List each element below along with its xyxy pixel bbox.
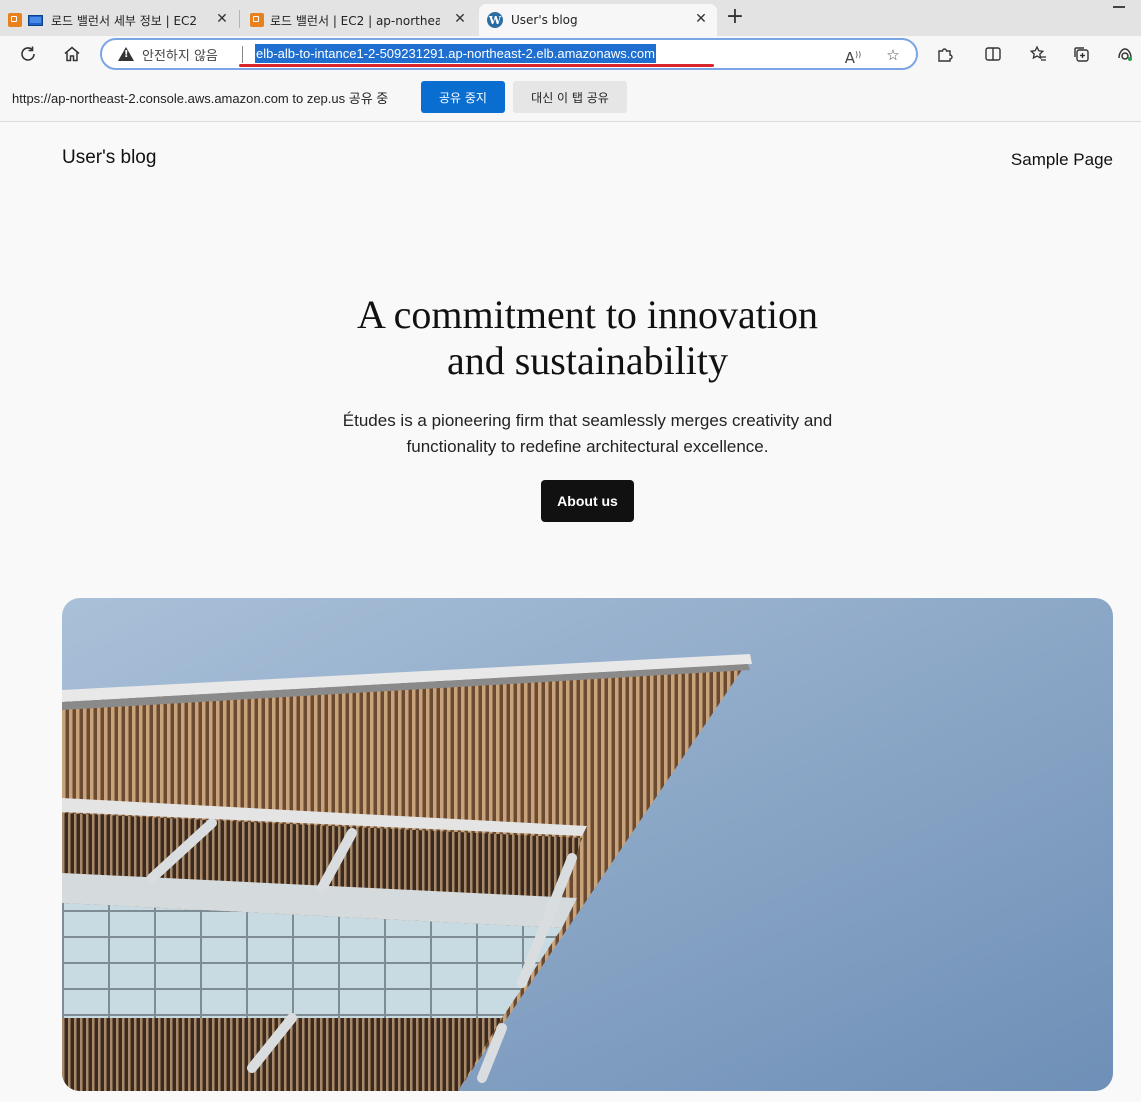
hero-description-line: functionality to redefine architectural … [406,437,769,456]
share-status-text: https://ap-northeast-2.console.aws.amazo… [12,91,389,106]
close-icon[interactable]: ✕ [452,11,468,27]
favorite-star-icon[interactable]: ☆ [882,44,904,66]
tab-label: 로드 밸런서 | EC2 | ap-northeast [270,13,440,28]
aws-icon [250,13,264,27]
security-status[interactable]: 안전하지 않음 [142,45,218,64]
wordpress-icon: W [487,12,503,28]
collections-icon[interactable] [1069,42,1093,66]
close-icon[interactable]: ✕ [693,11,709,27]
url-text[interactable]: elb-alb-to-intance1-2-509231291.ap-north… [255,44,656,63]
copilot-icon[interactable] [1113,42,1137,66]
aws-icon [8,13,22,27]
hero-description-line: Études is a pioneering firm that seamles… [342,411,833,430]
tab-label: User's blog [511,13,578,27]
building-photo [62,598,1113,1091]
tab-strip: 로드 밸런서 세부 정보 | EC2 ✕ 로드 밸런서 | EC2 | ap-n… [0,0,1141,36]
tab-load-balancer-details[interactable]: 로드 밸런서 세부 정보 | EC2 ✕ [0,4,238,36]
stop-sharing-button[interactable]: 공유 중지 [421,81,505,113]
tab-separator [239,10,240,28]
browser-toolbar: 안전하지 않음 elb-alb-to-intance1-2-509231291.… [0,36,1141,72]
favorites-icon[interactable] [1026,42,1050,66]
split-screen-icon[interactable] [981,42,1005,66]
warning-icon [118,47,134,61]
hero-description: Études is a pioneering firm that seamles… [300,408,875,460]
screen-share-bar: https://ap-northeast-2.console.aws.amazo… [0,72,1141,122]
close-icon[interactable]: ✕ [214,11,230,27]
screen-share-icon [28,14,43,26]
divider [242,46,243,63]
read-aloud-icon[interactable]: A)) [842,44,864,67]
share-this-tab-button[interactable]: 대신 이 탭 공유 [513,81,627,113]
annotation-underline [239,64,714,67]
nav-link-sample-page[interactable]: Sample Page [1011,150,1113,170]
hero-heading: A commitment to innovation and sustainab… [270,292,905,384]
home-icon[interactable] [60,42,84,66]
site-title[interactable]: User's blog [62,147,156,169]
extensions-icon[interactable] [933,42,957,66]
tab-users-blog[interactable]: W User's blog ✕ [479,4,717,36]
about-us-button[interactable]: About us [541,480,634,522]
tab-label: 로드 밸런서 세부 정보 | EC2 [51,13,198,28]
tab-load-balancers[interactable]: 로드 밸런서 | EC2 | ap-northeast ✕ [242,4,476,36]
new-tab-button[interactable]: + [724,6,746,30]
hero-heading-line: A commitment to innovation [356,292,819,337]
address-bar[interactable]: 안전하지 않음 elb-alb-to-intance1-2-509231291.… [100,38,918,70]
refresh-icon[interactable] [16,42,40,66]
hero-heading-line: and sustainability [446,338,729,383]
minimize-icon[interactable] [1113,6,1125,8]
web-page: User's blog Sample Page A commitment to … [0,122,1141,1102]
